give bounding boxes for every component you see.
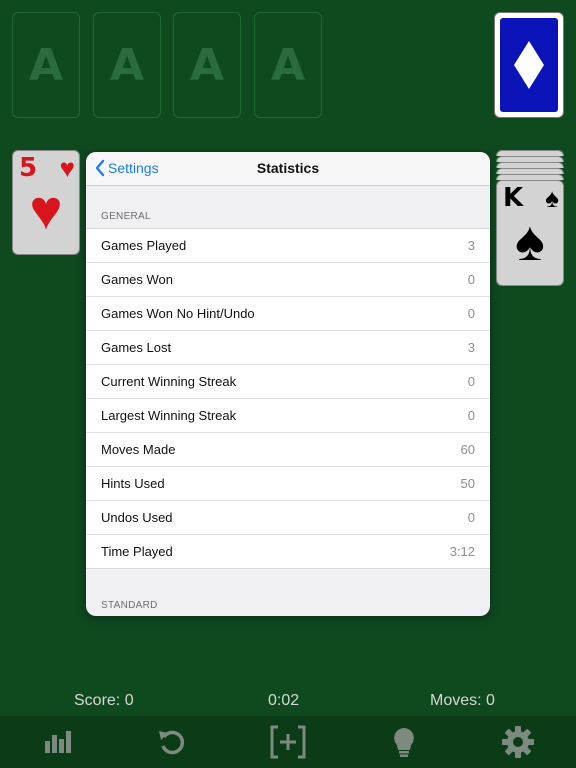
moves-label: Moves: 0	[430, 692, 495, 709]
stat-label: Current Winning Streak	[101, 374, 237, 389]
foundation-label: A	[28, 39, 64, 91]
spade-icon: ♠	[515, 209, 545, 272]
stat-row: Hints Used 50	[86, 467, 490, 501]
waste-card[interactable]: 5 ♥ ♥	[12, 150, 80, 255]
foundation-label: A	[109, 39, 145, 91]
foundation-pile-3[interactable]: A	[173, 12, 241, 118]
stat-row: Games Won 0	[86, 263, 490, 297]
stat-value: 0	[467, 272, 475, 287]
modal-header: Settings Statistics	[86, 152, 490, 186]
section-header-standard: STANDARD	[101, 600, 158, 611]
bottom-toolbar	[0, 716, 576, 768]
stats-icon	[45, 731, 71, 753]
stat-row: Largest Winning Streak 0	[86, 399, 490, 433]
stat-value: 0	[467, 408, 475, 423]
stat-label: Games Played	[101, 238, 187, 253]
section-header-general: GENERAL	[101, 211, 151, 222]
stock-deck[interactable]	[494, 12, 564, 118]
timer-label: 0:02	[268, 692, 300, 709]
stat-value: 60	[460, 442, 475, 457]
modal-title: Statistics	[256, 160, 320, 176]
stats-list: Games Played 3 Games Won 0 Games Won No Hint…	[86, 228, 490, 569]
settings-button[interactable]	[500, 724, 536, 760]
stat-row: Current Winning Streak 0	[86, 365, 490, 399]
hint-button[interactable]	[386, 724, 422, 760]
stat-value: 3	[467, 238, 475, 253]
foundation-label: A	[270, 39, 306, 91]
foundation-pile-2[interactable]: A	[93, 12, 161, 118]
stat-label: Undos Used	[101, 510, 173, 525]
statistics-modal: Settings Statistics GENERAL Games Played…	[86, 152, 490, 616]
heart-icon: ♥	[29, 178, 63, 241]
undo-button[interactable]	[154, 724, 190, 760]
new-game-button[interactable]	[270, 724, 306, 760]
hint-icon	[394, 728, 414, 757]
stat-value: 50	[460, 476, 475, 491]
stat-label: Time Played	[101, 544, 173, 559]
deck-back	[500, 18, 558, 112]
stat-value: 0	[467, 306, 475, 321]
score-label: Score: 0	[74, 692, 134, 709]
stat-label: Moves Made	[101, 442, 176, 457]
stat-value: 3	[467, 340, 475, 355]
stat-value: 3:12	[449, 544, 475, 559]
stat-label: Largest Winning Streak	[101, 408, 237, 423]
stat-row: Games Played 3	[86, 229, 490, 263]
stat-value: 0	[467, 510, 475, 525]
spade-icon: ♠	[545, 183, 559, 213]
stat-row: Moves Made 60	[86, 433, 490, 467]
statistics-button[interactable]	[40, 724, 76, 760]
stat-label: Games Won	[101, 272, 174, 287]
gear-icon	[502, 726, 534, 758]
stat-value: 0	[467, 374, 475, 389]
stat-row: Games Lost 3	[86, 331, 490, 365]
stat-row: Undos Used 0	[86, 501, 490, 535]
stat-row: Games Won No Hint/Undo 0	[86, 297, 490, 331]
stat-label: Hints Used	[101, 476, 165, 491]
foundation-label: A	[189, 39, 225, 91]
foundation-pile-4[interactable]: A	[254, 12, 322, 118]
new-game-icon	[270, 725, 306, 759]
stat-row: Time Played 3:12	[86, 535, 490, 568]
diamond-icon	[514, 41, 544, 89]
foundation-pile-1[interactable]: A	[12, 12, 80, 118]
stat-label: Games Won No Hint/Undo	[101, 306, 255, 321]
undo-icon	[159, 730, 185, 755]
stat-label: Games Lost	[101, 340, 172, 355]
tableau-card-king[interactable]: K ♠ ♠	[496, 180, 564, 286]
